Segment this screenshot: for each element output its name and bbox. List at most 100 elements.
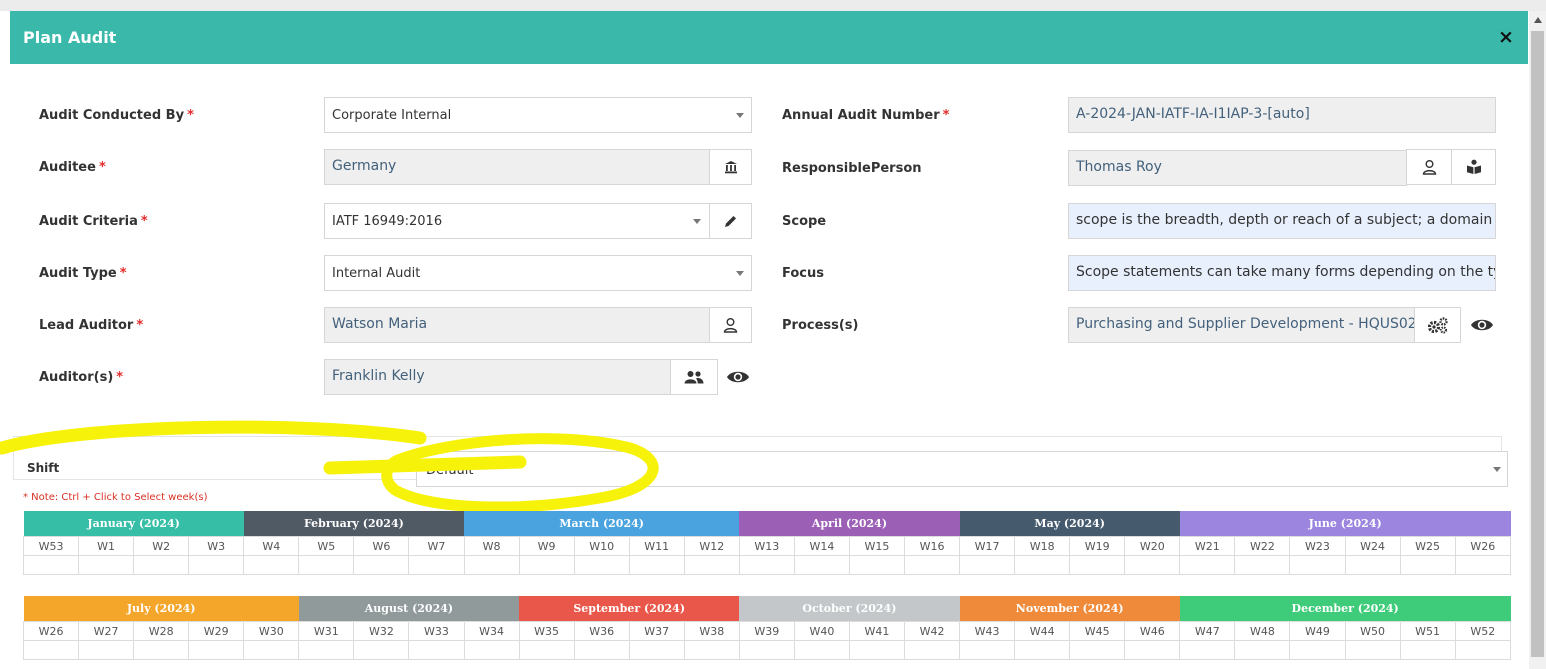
week-selection-cell[interactable] [408, 555, 465, 575]
week-selection-cell[interactable] [243, 555, 300, 575]
week-cell[interactable]: W4 [243, 536, 300, 556]
week-cell[interactable]: W34 [463, 621, 520, 641]
week-selection-cell[interactable] [353, 555, 410, 575]
shift-select[interactable]: Default [416, 451, 1508, 487]
week-cell[interactable]: W3 [188, 536, 245, 556]
week-selection-cell[interactable] [188, 555, 245, 575]
week-selection-cell[interactable] [903, 640, 961, 660]
lead-auditor-field[interactable]: Watson Maria [324, 307, 710, 343]
week-selection-cell[interactable] [78, 640, 135, 660]
week-selection-cell[interactable] [628, 640, 685, 660]
week-cell[interactable]: W2 [133, 536, 190, 556]
week-selection-cell[interactable] [22, 640, 80, 660]
week-cell[interactable]: W11 [628, 536, 685, 556]
week-cell[interactable]: W24 [1344, 536, 1401, 556]
week-cell[interactable]: W43 [959, 621, 1016, 641]
week-selection-cell[interactable] [78, 555, 135, 575]
week-cell[interactable]: W35 [518, 621, 575, 641]
week-selection-cell[interactable] [22, 555, 80, 575]
week-cell[interactable]: W30 [243, 621, 300, 641]
week-cell[interactable]: W52 [1454, 621, 1512, 641]
week-cell[interactable]: W46 [1124, 621, 1181, 641]
week-selection-cell[interactable] [243, 640, 300, 660]
week-cell[interactable]: W15 [848, 536, 906, 556]
lead-auditor-select-button[interactable] [709, 307, 752, 343]
week-selection-cell[interactable] [573, 555, 630, 575]
week-cell[interactable]: W10 [573, 536, 630, 556]
week-cell[interactable]: W16 [903, 536, 961, 556]
vertical-scrollbar[interactable] [1529, 11, 1546, 669]
week-selection-cell[interactable] [463, 640, 520, 660]
week-cell[interactable]: W17 [959, 536, 1016, 556]
week-selection-cell[interactable] [298, 640, 355, 660]
week-cell[interactable]: W38 [683, 621, 740, 641]
week-cell[interactable]: W33 [408, 621, 465, 641]
week-selection-cell[interactable] [1289, 555, 1346, 575]
week-selection-cell[interactable] [628, 555, 685, 575]
auditors-field[interactable]: Franklin Kelly [324, 359, 671, 395]
focus-input[interactable]: Scope statements can take many forms dep… [1068, 255, 1496, 291]
week-cell[interactable]: W8 [463, 536, 520, 556]
week-cell[interactable]: W1 [78, 536, 135, 556]
week-selection-cell[interactable] [1289, 640, 1346, 660]
week-selection-cell[interactable] [518, 640, 575, 660]
auditors-select-button[interactable] [670, 359, 718, 395]
responsible-person-extra-button[interactable] [1451, 149, 1496, 185]
responsible-person-field[interactable]: Thomas Roy [1068, 150, 1407, 186]
week-cell[interactable]: W12 [683, 536, 740, 556]
week-selection-cell[interactable] [573, 640, 630, 660]
week-cell[interactable]: W48 [1234, 621, 1291, 641]
week-selection-cell[interactable] [959, 640, 1016, 660]
scroll-thumb[interactable] [1531, 31, 1544, 657]
week-cell[interactable]: W42 [903, 621, 961, 641]
week-cell[interactable]: W26 [1454, 536, 1512, 556]
week-selection-cell[interactable] [793, 555, 850, 575]
week-selection-cell[interactable] [683, 640, 740, 660]
week-cell[interactable]: W51 [1399, 621, 1456, 641]
week-cell[interactable]: W20 [1124, 536, 1181, 556]
week-cell[interactable]: W49 [1289, 621, 1346, 641]
week-cell[interactable]: W7 [408, 536, 465, 556]
processes-view-button[interactable] [1469, 313, 1495, 337]
processes-select-button[interactable] [1414, 307, 1461, 343]
week-selection-cell[interactable] [903, 555, 961, 575]
week-cell[interactable]: W13 [738, 536, 795, 556]
week-selection-cell[interactable] [298, 555, 355, 575]
week-selection-cell[interactable] [1234, 555, 1291, 575]
week-cell[interactable]: W36 [573, 621, 630, 641]
week-selection-cell[interactable] [1069, 640, 1126, 660]
week-selection-cell[interactable] [1454, 640, 1512, 660]
week-selection-cell[interactable] [1014, 640, 1071, 660]
week-selection-cell[interactable] [959, 555, 1016, 575]
week-selection-cell[interactable] [133, 640, 190, 660]
week-selection-cell[interactable] [683, 555, 740, 575]
week-selection-cell[interactable] [1454, 555, 1512, 575]
week-selection-cell[interactable] [1069, 555, 1126, 575]
week-cell[interactable]: W50 [1344, 621, 1401, 641]
week-cell[interactable]: W23 [1289, 536, 1346, 556]
audit-criteria-select[interactable]: IATF 16949:2016 [324, 203, 710, 239]
week-cell[interactable]: W40 [793, 621, 850, 641]
week-selection-cell[interactable] [738, 640, 795, 660]
week-cell[interactable]: W21 [1179, 536, 1236, 556]
week-cell[interactable]: W14 [793, 536, 850, 556]
week-cell[interactable]: W45 [1069, 621, 1126, 641]
week-cell[interactable]: W41 [848, 621, 906, 641]
week-cell[interactable]: W25 [1399, 536, 1456, 556]
week-selection-cell[interactable] [1179, 555, 1236, 575]
week-cell[interactable]: W31 [298, 621, 355, 641]
week-selection-cell[interactable] [1399, 640, 1456, 660]
week-selection-cell[interactable] [793, 640, 850, 660]
week-selection-cell[interactable] [848, 640, 906, 660]
auditee-button[interactable] [709, 149, 752, 185]
week-selection-cell[interactable] [188, 640, 245, 660]
week-selection-cell[interactable] [1344, 555, 1401, 575]
week-cell[interactable]: W26 [22, 621, 80, 641]
week-selection-cell[interactable] [738, 555, 795, 575]
week-cell[interactable]: W44 [1014, 621, 1071, 641]
week-cell[interactable]: W22 [1234, 536, 1291, 556]
week-cell[interactable]: W5 [298, 536, 355, 556]
week-cell[interactable]: W47 [1179, 621, 1236, 641]
week-selection-cell[interactable] [408, 640, 465, 660]
week-cell[interactable]: W37 [628, 621, 685, 641]
